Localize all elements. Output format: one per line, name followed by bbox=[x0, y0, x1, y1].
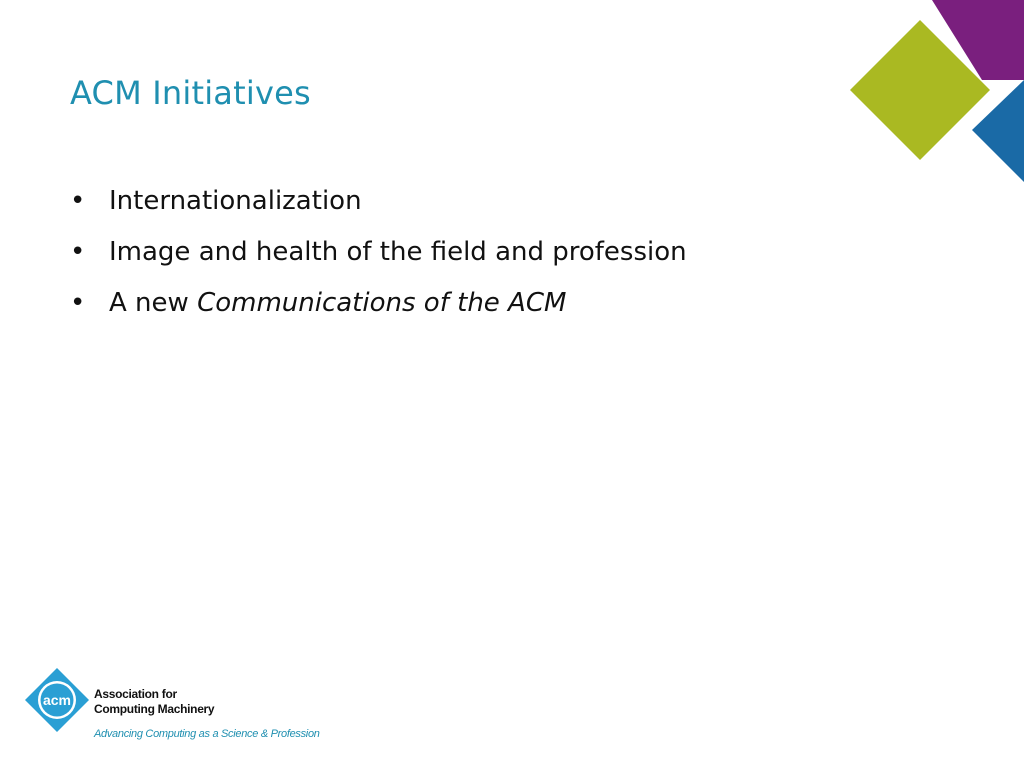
acm-logo: acm Association for Computing Machinery … bbox=[24, 667, 320, 747]
slide-title: ACM Initiatives bbox=[70, 74, 311, 112]
bullet-item-internationalization: • Internationalization bbox=[70, 184, 687, 218]
slide: ACM Initiatives • Internationalization •… bbox=[0, 0, 1024, 768]
acm-logo-mark-icon: acm bbox=[25, 668, 89, 732]
acm-logo-mark-text: acm bbox=[43, 692, 71, 708]
bullet-text: Image and health of the field and profes… bbox=[109, 237, 687, 267]
bullet-text-prefix: A new bbox=[109, 288, 198, 318]
bullet-item-communications: • A new Communications of the ACM bbox=[70, 286, 687, 320]
bullet-text-italic: Communications of the ACM bbox=[197, 288, 567, 318]
logo-tagline: Advancing Computing as a Science & Profe… bbox=[94, 728, 320, 740]
bullet-icon: • bbox=[70, 237, 86, 267]
bullet-text: Internationalization bbox=[109, 186, 362, 216]
logo-name-line1: Association for bbox=[94, 687, 177, 701]
logo-name-line2: Computing Machinery bbox=[94, 702, 215, 716]
bullet-item-image-health: • Image and health of the field and prof… bbox=[70, 235, 687, 269]
bullet-icon: • bbox=[70, 288, 86, 318]
corner-decoration bbox=[850, 0, 1024, 182]
bullet-list: • Internationalization • Image and healt… bbox=[70, 184, 687, 337]
bullet-icon: • bbox=[70, 186, 86, 216]
